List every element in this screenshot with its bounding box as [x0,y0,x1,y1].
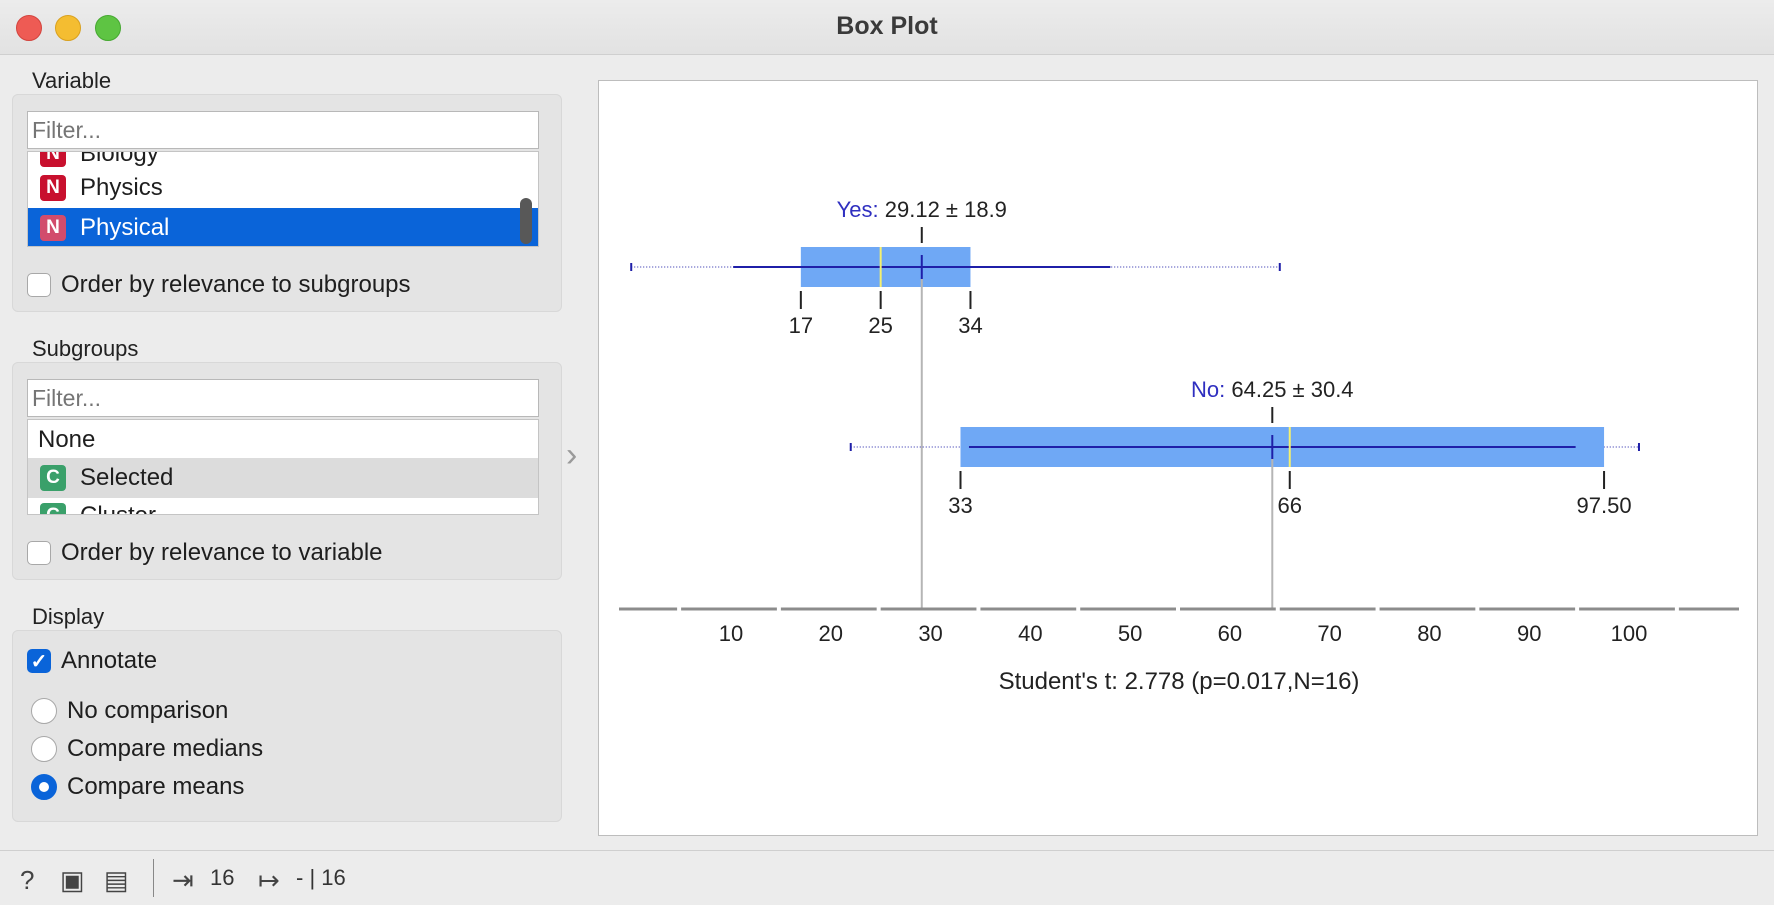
variable-section-label: Variable [32,68,112,93]
order-subgroups-checkbox[interactable] [27,273,51,297]
window-title: Box Plot [836,12,938,40]
x-tick-label: 10 [719,621,743,646]
checkbox-label: Order by relevance to subgroups [61,271,411,298]
series-name: Yes: [837,197,885,222]
list-item[interactable]: C Cluster [28,496,538,514]
subgroups-filter-input[interactable] [27,379,539,417]
no-comparison-option[interactable]: No comparison [31,697,228,725]
title-bar: Box Plot [0,0,1774,55]
list-item-label: Physics [80,174,163,201]
input-count: 16 [210,865,235,890]
order-variable-checkbox[interactable] [27,541,51,565]
series-stat: 29.12 ± 18.9 [885,197,1007,222]
collapse-panel-chevron-icon[interactable]: › [566,436,577,475]
list-item-label: Biology [80,151,159,167]
series-stat: 64.25 ± 30.4 [1231,377,1353,402]
box-plot-chart: Yes: 29.12 ± 18.9 17 25 34 No: 64.25 ± 30.4 3… [619,197,1739,695]
quartile-label: 17 [789,313,813,338]
save-icon[interactable]: ▣ [60,865,85,896]
test-statistic-label: Student's t: 2.778 (p=0.017,N=16) [999,668,1360,695]
list-item-label: Cluster [80,502,156,514]
status-divider [153,859,154,897]
list-item[interactable]: None [28,420,538,460]
list-item-label: Physical [80,214,170,241]
radio-label: Compare means [67,773,245,800]
list-item[interactable]: C Selected [28,458,538,498]
help-icon[interactable]: ? [20,865,34,896]
checkbox-label: Order by relevance to variable [61,539,383,566]
display-section-label: Display [32,604,105,629]
radio-button-selected[interactable] [31,774,57,800]
display-group: ✓ Annotate No comparison Compare medians… [12,630,562,822]
output-icon: ↦ [258,865,280,895]
x-tick-label: 100 [1611,621,1648,646]
quartile-label: 33 [948,493,972,518]
radio-label: Compare medians [67,735,264,762]
radio-button[interactable] [31,698,57,724]
quartile-label: 66 [1278,493,1302,518]
x-tick-label: 60 [1218,621,1242,646]
variable-filter-input[interactable] [27,111,539,149]
stat-label: Yes: 29.12 ± 18.9 [837,197,1007,222]
variable-group: N Biology N Physics N Physical Order by … [12,94,562,312]
report-icon[interactable]: ▤ [104,865,129,896]
box-plot-canvas[interactable]: Yes: 29.12 ± 18.9 17 25 34 No: 64.25 ± 30.4 3… [598,80,1758,836]
x-tick-label: 80 [1417,621,1441,646]
compare-means-option[interactable]: Compare means [31,773,244,801]
quartile-label: 34 [958,313,982,338]
input-icon: ⇥ [172,865,194,895]
subgroups-group: None C Selected C Cluster Order by relev… [12,362,562,580]
checkbox-label: Annotate [61,647,158,674]
x-tick-label: 50 [1118,621,1142,646]
compare-medians-option[interactable]: Compare medians [31,735,263,763]
radio-button[interactable] [31,736,57,762]
annotate-checkbox[interactable]: ✓ [27,649,51,673]
x-tick-label: 90 [1517,621,1541,646]
numeric-variable-icon: N [40,215,66,241]
radio-label: No comparison [67,697,229,724]
annotate-option[interactable]: ✓ Annotate [27,647,157,675]
x-tick-label: 40 [1018,621,1042,646]
categorical-variable-icon: C [40,503,66,514]
x-tick-label: 20 [819,621,843,646]
list-item[interactable]: N Physics [28,168,538,208]
order-by-relevance-variable[interactable]: Order by relevance to variable [27,539,383,567]
order-by-relevance-subgroups[interactable]: Order by relevance to subgroups [27,271,411,299]
output-count: - | 16 [296,865,346,890]
stat-label: No: 64.25 ± 30.4 [1191,377,1354,402]
list-item-selected[interactable]: N Physical [28,208,538,246]
x-tick-label: 30 [918,621,942,646]
quartile-label: 25 [868,313,892,338]
categorical-variable-icon: C [40,465,66,491]
x-tick-label: 70 [1317,621,1341,646]
numeric-variable-icon: N [40,175,66,201]
status-bar: ? ▣ ▤ ⇥ 16 ↦ - | 16 [0,850,1774,905]
variable-list[interactable]: N Biology N Physics N Physical [27,151,539,247]
series-name: No: [1191,377,1231,402]
quartile-label: 97.50 [1577,493,1632,518]
list-item-label: None [38,426,96,453]
subgroups-list[interactable]: None C Selected C Cluster [27,419,539,515]
list-item-label: Selected [80,464,174,491]
variable-list-scrollbar[interactable] [520,198,532,244]
subgroups-section-label: Subgroups [32,336,139,361]
numeric-variable-icon: N [40,152,66,167]
